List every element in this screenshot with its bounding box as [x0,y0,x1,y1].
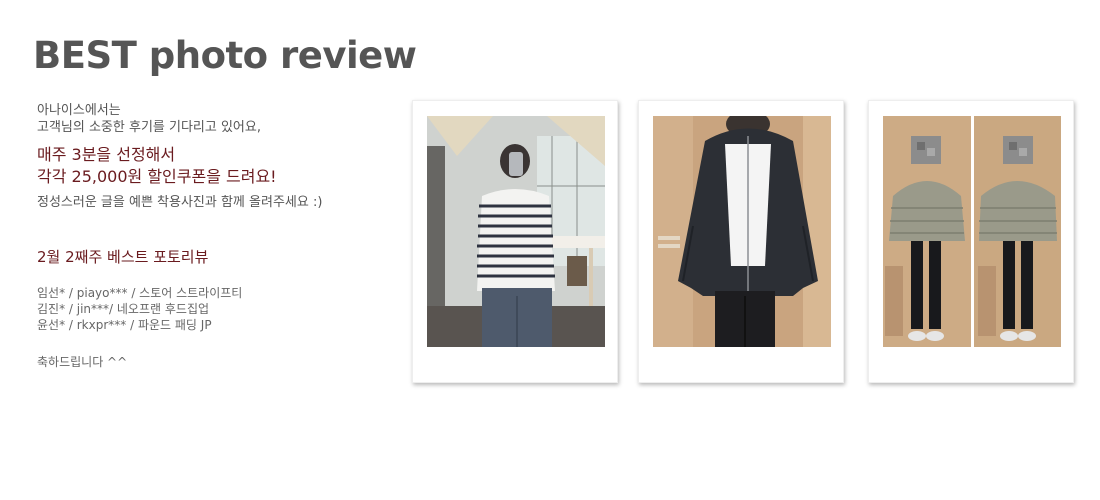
winner-item: 김진* / jin***/ 네오프랜 후드집업 [37,302,210,316]
photo-review-card-1[interactable] [412,100,618,383]
description-text: 정성스러운 글을 예쁜 착용사진과 함께 올려주세요 :) [37,195,323,210]
highlight-line: 각각 25,000원 할인쿠폰을 드려요! [37,167,277,186]
weekly-best-title: 2월 2째주 베스트 포토리뷰 [37,248,209,266]
photo-review-card-3[interactable] [868,100,1074,383]
review-photo-striped-tee[interactable] [427,116,605,347]
intro-text: 아나이스에서는 고객님의 소중한 후기를 기다리고 있어요, [37,102,397,136]
review-photo-hood-zipup[interactable] [653,116,831,347]
page-title: BEST photo review [33,34,417,77]
intro-line: 고객님의 소중한 후기를 기다리고 있어요, [37,120,261,135]
intro-line: 아나이스에서는 [37,103,121,118]
highlight-line: 매주 3분을 선정해서 [37,145,176,164]
congrats-text: 축하드립니다 ^^ [37,355,128,369]
coupon-highlight: 매주 3분을 선정해서 각각 25,000원 할인쿠폰을 드려요! [37,144,397,188]
review-photo-puffer-padding[interactable] [883,116,1061,347]
winner-item: 윤선* / rkxpr*** / 파운드 패딩 JP [37,318,212,332]
photo-review-card-2[interactable] [638,100,844,383]
review-info-text: 아나이스에서는 고객님의 소중한 후기를 기다리고 있어요, 매주 3분을 선정… [37,102,397,370]
winner-item: 임선* / piayo*** / 스토어 스트라이프티 [37,286,243,300]
winners-list: 임선* / piayo*** / 스토어 스트라이프티 김진* / jin***… [37,285,397,333]
